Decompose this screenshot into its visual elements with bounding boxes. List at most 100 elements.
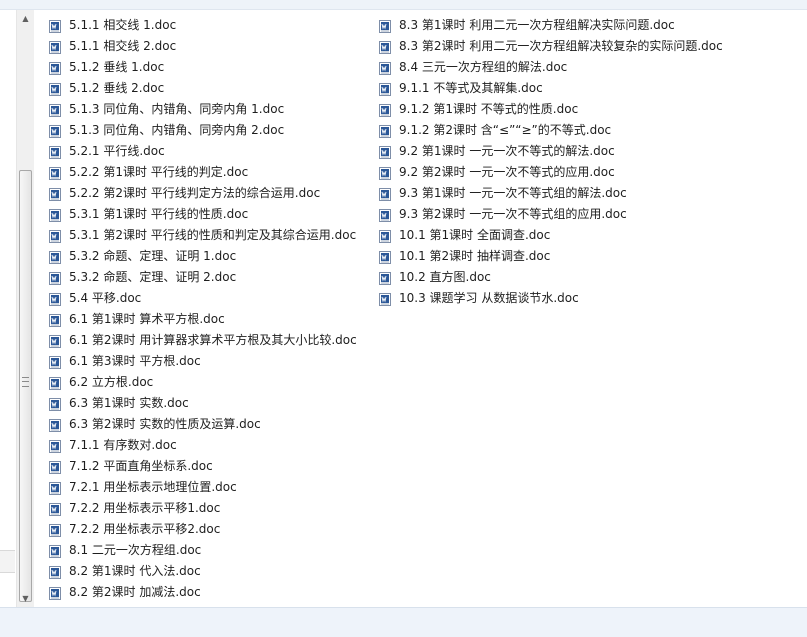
file-name: 5.3.2 命题、定理、证明 1.doc: [69, 248, 237, 263]
file-name: 5.2.1 平行线.doc: [69, 143, 165, 158]
word-document-icon: [379, 165, 391, 180]
word-document-icon: [49, 291, 61, 306]
file-name: 6.2 立方根.doc: [69, 374, 154, 389]
word-document-icon: [379, 186, 391, 201]
file-name: 5.1.3 同位角、内错角、同旁内角 2.doc: [69, 122, 285, 137]
file-item[interactable]: 8.2 第2课时 加减法.doc: [49, 581, 369, 602]
file-item[interactable]: 6.2 立方根.doc: [49, 371, 369, 392]
word-document-icon: [379, 39, 391, 54]
file-item[interactable]: 8.2 第1课时 代入法.doc: [49, 560, 369, 581]
file-name: 9.3 第1课时 一元一次不等式组的解法.doc: [399, 185, 627, 200]
file-item[interactable]: 9.3 第1课时 一元一次不等式组的解法.doc: [379, 182, 799, 203]
file-item[interactable]: 5.1.2 垂线 1.doc: [49, 56, 369, 77]
file-item[interactable]: 6.3 第1课时 实数.doc: [49, 392, 369, 413]
file-item[interactable]: 5.1.3 同位角、内错角、同旁内角 2.doc: [49, 119, 369, 140]
word-document-icon: [49, 18, 61, 33]
explorer-window: ▲ ▼ 5.1.1 相交线 1.doc 5.1.1 相交线 2.doc 5.1.2 …: [0, 0, 807, 637]
file-name: 6.1 第1课时 算术平方根.doc: [69, 311, 225, 326]
file-item[interactable]: 5.1.1 相交线 2.doc: [49, 35, 369, 56]
file-name: 9.3 第2课时 一元一次不等式组的应用.doc: [399, 206, 627, 221]
word-document-icon: [379, 18, 391, 33]
file-item[interactable]: 5.2.2 第1课时 平行线的判定.doc: [49, 161, 369, 182]
file-item[interactable]: 6.1 第3课时 平方根.doc: [49, 350, 369, 371]
file-item[interactable]: 6.3 第2课时 实数的性质及运算.doc: [49, 413, 369, 434]
file-column-left: 5.1.1 相交线 1.doc 5.1.1 相交线 2.doc 5.1.2 垂线 1…: [49, 14, 369, 602]
navigation-selected-item[interactable]: [0, 550, 15, 573]
file-name: 7.2.1 用坐标表示地理位置.doc: [69, 479, 237, 494]
file-item[interactable]: 9.1.2 第1课时 不等式的性质.doc: [379, 98, 799, 119]
word-document-icon: [379, 123, 391, 138]
word-document-icon: [49, 186, 61, 201]
file-name: 5.3.1 第1课时 平行线的性质.doc: [69, 206, 249, 221]
word-document-icon: [49, 375, 61, 390]
word-document-icon: [49, 144, 61, 159]
file-item[interactable]: 5.3.2 命题、定理、证明 2.doc: [49, 266, 369, 287]
file-item[interactable]: 10.1 第1课时 全面调查.doc: [379, 224, 799, 245]
file-item[interactable]: 9.1.1 不等式及其解集.doc: [379, 77, 799, 98]
file-name: 6.1 第2课时 用计算器求算术平方根及其大小比较.doc: [69, 332, 357, 347]
file-column-right: 8.3 第1课时 利用二元一次方程组解决实际问题.doc 8.3 第2课时 利用二…: [379, 14, 799, 308]
file-name: 7.2.2 用坐标表示平移1.doc: [69, 500, 221, 515]
word-document-icon: [379, 228, 391, 243]
top-toolbar-edge: [0, 0, 807, 10]
word-document-icon: [379, 81, 391, 96]
file-item[interactable]: 5.2.1 平行线.doc: [49, 140, 369, 161]
scrollbar-thumb[interactable]: [19, 170, 32, 602]
file-item[interactable]: 6.1 第1课时 算术平方根.doc: [49, 308, 369, 329]
file-item[interactable]: 9.1.2 第2课时 含“≤”“≥”的不等式.doc: [379, 119, 799, 140]
word-document-icon: [379, 102, 391, 117]
file-item[interactable]: 7.2.2 用坐标表示平移1.doc: [49, 497, 369, 518]
file-name: 8.2 第2课时 加减法.doc: [69, 584, 201, 599]
word-document-icon: [49, 459, 61, 474]
file-item[interactable]: 5.1.3 同位角、内错角、同旁内角 1.doc: [49, 98, 369, 119]
file-item[interactable]: 6.1 第2课时 用计算器求算术平方根及其大小比较.doc: [49, 329, 369, 350]
word-document-icon: [49, 438, 61, 453]
file-item[interactable]: 8.1 二元一次方程组.doc: [49, 539, 369, 560]
file-item[interactable]: 5.3.1 第1课时 平行线的性质.doc: [49, 203, 369, 224]
word-document-icon: [49, 585, 61, 600]
word-document-icon: [49, 522, 61, 537]
file-item[interactable]: 10.3 课题学习 从数据谈节水.doc: [379, 287, 799, 308]
file-name: 5.1.1 相交线 1.doc: [69, 17, 177, 32]
word-document-icon: [49, 60, 61, 75]
navigation-pane[interactable]: [0, 10, 16, 607]
file-item[interactable]: 10.1 第2课时 抽样调查.doc: [379, 245, 799, 266]
file-item[interactable]: 5.2.2 第2课时 平行线判定方法的综合运用.doc: [49, 182, 369, 203]
file-item[interactable]: 8.3 第1课时 利用二元一次方程组解决实际问题.doc: [379, 14, 799, 35]
file-item[interactable]: 9.2 第1课时 一元一次不等式的解法.doc: [379, 140, 799, 161]
file-item[interactable]: 5.3.2 命题、定理、证明 1.doc: [49, 245, 369, 266]
word-document-icon: [49, 354, 61, 369]
file-item[interactable]: 9.3 第2课时 一元一次不等式组的应用.doc: [379, 203, 799, 224]
file-item[interactable]: 9.2 第2课时 一元一次不等式的应用.doc: [379, 161, 799, 182]
file-item[interactable]: 5.1.1 相交线 1.doc: [49, 14, 369, 35]
word-document-icon: [49, 249, 61, 264]
word-document-icon: [49, 81, 61, 96]
file-item[interactable]: 5.4 平移.doc: [49, 287, 369, 308]
file-name: 7.1.2 平面直角坐标系.doc: [69, 458, 213, 473]
file-name: 5.1.3 同位角、内错角、同旁内角 1.doc: [69, 101, 285, 116]
file-name: 5.1.2 垂线 1.doc: [69, 59, 165, 74]
word-document-icon: [379, 291, 391, 306]
word-document-icon: [379, 270, 391, 285]
file-item[interactable]: 5.1.2 垂线 2.doc: [49, 77, 369, 98]
file-name: 5.1.2 垂线 2.doc: [69, 80, 165, 95]
file-item[interactable]: 7.2.2 用坐标表示平移2.doc: [49, 518, 369, 539]
file-item[interactable]: 7.1.1 有序数对.doc: [49, 434, 369, 455]
file-name: 10.3 课题学习 从数据谈节水.doc: [399, 290, 579, 305]
file-name: 8.3 第1课时 利用二元一次方程组解决实际问题.doc: [399, 17, 675, 32]
scroll-down-arrow-icon[interactable]: ▼: [17, 590, 34, 607]
grip-icon: [22, 377, 29, 387]
file-name: 10.2 直方图.doc: [399, 269, 491, 284]
file-item[interactable]: 7.2.1 用坐标表示地理位置.doc: [49, 476, 369, 497]
file-item[interactable]: 8.4 三元一次方程组的解法.doc: [379, 56, 799, 77]
file-item[interactable]: 10.2 直方图.doc: [379, 266, 799, 287]
file-item[interactable]: 7.1.2 平面直角坐标系.doc: [49, 455, 369, 476]
file-name: 5.2.2 第2课时 平行线判定方法的综合运用.doc: [69, 185, 321, 200]
file-name: 5.1.1 相交线 2.doc: [69, 38, 177, 53]
file-name: 5.3.2 命题、定理、证明 2.doc: [69, 269, 237, 284]
scroll-up-arrow-icon[interactable]: ▲: [17, 10, 34, 27]
file-item[interactable]: 5.3.1 第2课时 平行线的性质和判定及其综合运用.doc: [49, 224, 369, 245]
file-item[interactable]: 8.3 第2课时 利用二元一次方程组解决较复杂的实际问题.doc: [379, 35, 799, 56]
navigation-scrollbar[interactable]: ▲ ▼: [16, 10, 34, 607]
file-name: 5.3.1 第2课时 平行线的性质和判定及其综合运用.doc: [69, 227, 357, 242]
